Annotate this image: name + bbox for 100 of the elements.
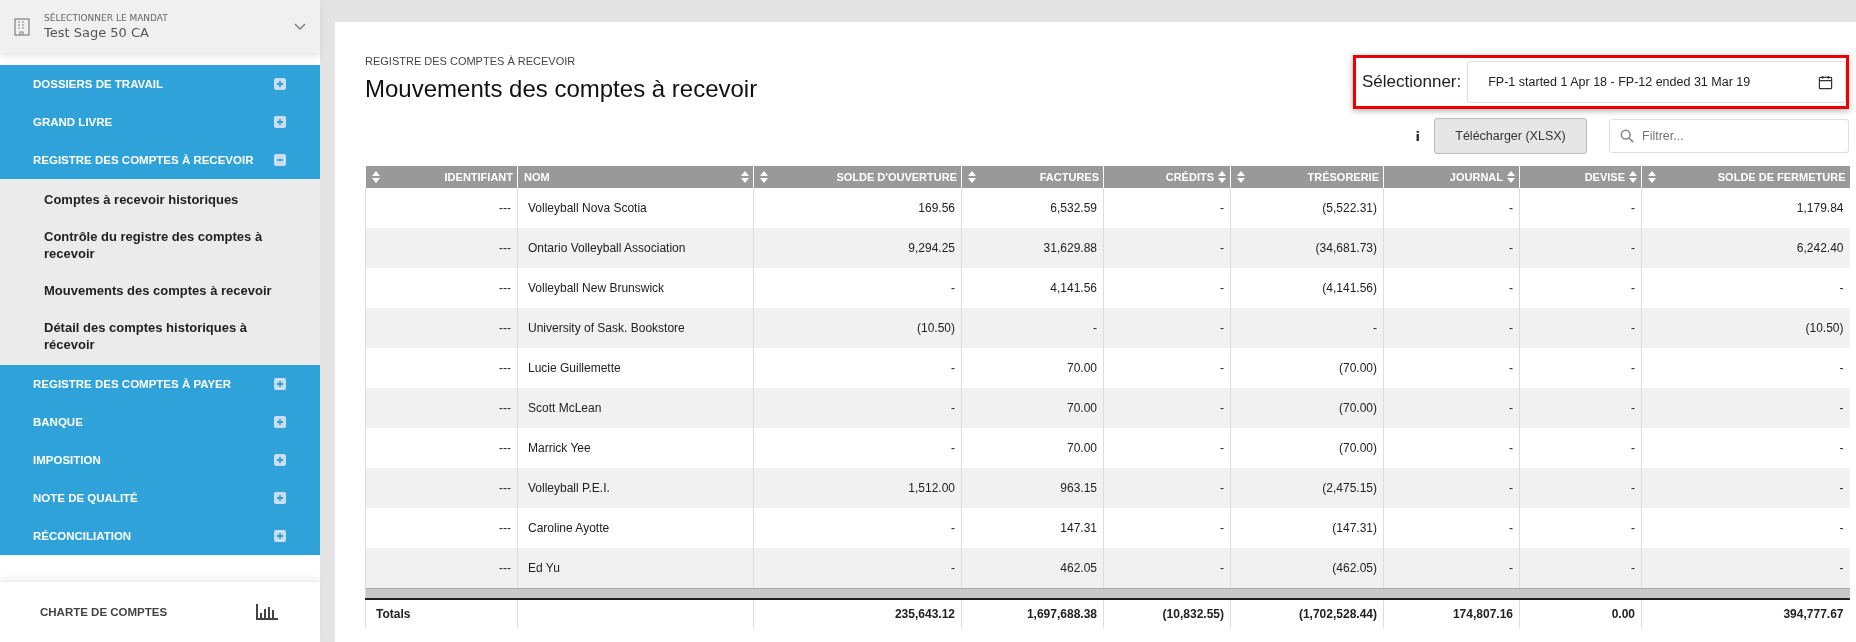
table-cell: - (1103, 468, 1231, 508)
table-cell: 963.15 (961, 468, 1104, 508)
table-cell: (10.50) (1641, 308, 1850, 348)
column-header[interactable]: SOLDE D'OUVERTURE (753, 166, 962, 188)
total-cell: 1,697,688.38 (1026, 607, 1097, 621)
download-button[interactable]: Télécharger (XLSX) (1434, 118, 1587, 154)
chart-of-accounts-link[interactable]: CHARTE DE COMPTES (40, 606, 168, 618)
period-label: Sélectionner: (1362, 72, 1462, 92)
table-cell: 9,294.25 (753, 228, 962, 268)
building-icon (14, 17, 30, 36)
column-header[interactable]: NOM (517, 166, 754, 188)
table-cell: Ed Yu (517, 548, 754, 588)
table-cell: - (1103, 388, 1231, 428)
table-cell: - (1519, 468, 1642, 508)
table-cell: - (1103, 548, 1231, 588)
column-header[interactable]: IDENTIFIANT (365, 166, 518, 188)
nav-item[interactable]: IMPOSITION (0, 441, 320, 479)
table-cell: - (1230, 308, 1384, 348)
mandate-selector[interactable]: SÉLECTIONNER LE MANDAT Test Sage 50 CA (0, 0, 320, 53)
total-cell: (1,702,528.44) (1298, 607, 1377, 621)
sort-icon (1237, 171, 1245, 183)
page-title: Mouvements des comptes à recevoir (365, 75, 758, 103)
total-cell: 235,643.12 (894, 607, 955, 621)
bar-chart-icon (256, 604, 278, 620)
table-cell: - (753, 388, 962, 428)
sort-icon (1648, 171, 1656, 183)
totals-label: Totals (376, 607, 411, 621)
sort-icon (372, 171, 380, 183)
table-cell: - (1383, 308, 1520, 348)
table-cell: 462.05 (961, 548, 1104, 588)
filter-field[interactable]: Filtrer... (1609, 119, 1849, 153)
table-cell: 1,512.00 (753, 468, 962, 508)
table-cell: - (1641, 548, 1850, 588)
table-cell: - (1103, 228, 1231, 268)
nav-item[interactable]: RÉCONCILIATION (0, 517, 320, 555)
table-cell: (462.05) (1230, 548, 1384, 588)
table-cell: - (1519, 228, 1642, 268)
table-cell: (10.50) (753, 308, 962, 348)
nav-item[interactable]: NOTE DE QUALITÉ (0, 479, 320, 517)
scrollbar[interactable] (366, 588, 1850, 598)
table-cell: - (1103, 308, 1231, 348)
column-header[interactable]: JOURNAL (1383, 166, 1520, 188)
table-cell: - (1383, 228, 1520, 268)
sort-icon (760, 171, 768, 183)
sort-icon (1507, 171, 1515, 183)
table-cell: 70.00 (961, 388, 1104, 428)
sort-icon (968, 171, 976, 183)
table-cell: - (1383, 468, 1520, 508)
info-link[interactable]: i (1415, 128, 1420, 144)
table-cell: Volleyball P.E.I. (517, 468, 754, 508)
table-cell: Ontario Volleyball Association (517, 228, 754, 268)
column-header[interactable]: CRÉDITS (1103, 166, 1231, 188)
table-cell: - (1519, 388, 1642, 428)
total-cell: (10,832.55) (1162, 607, 1224, 621)
total-cell: 0.00 (1611, 607, 1635, 621)
sort-icon (1218, 171, 1226, 183)
table-cell: - (1519, 308, 1642, 348)
column-header[interactable]: FACTURES (961, 166, 1104, 188)
nav-subitem[interactable]: Contrôle du registre des comptes à recevoir (0, 218, 320, 272)
period-field[interactable]: FP-1 started 1 Apr 18 - FP-12 ended 31 Mar 19 (1467, 61, 1846, 103)
nav-subitem[interactable]: Comptes à recevoir historiques (0, 181, 320, 218)
nav-item[interactable]: DOSSIERS DE TRAVAIL (0, 65, 320, 103)
table-cell: (70.00) (1230, 388, 1384, 428)
table-cell: - (1641, 388, 1850, 428)
table-cell: Scott McLean (517, 388, 754, 428)
table-cell: - (1383, 548, 1520, 588)
nav-item[interactable]: REGISTRE DES COMPTES À PAYER (0, 365, 320, 403)
table-cell: --- (365, 548, 518, 588)
table-cell: - (1641, 468, 1850, 508)
column-header[interactable]: DEVISE (1519, 166, 1642, 188)
total-cell: 394,777.67 (1783, 607, 1844, 621)
chevron-down-icon (294, 22, 306, 31)
table-cell: - (753, 548, 962, 588)
nav-item[interactable]: BANQUE (0, 403, 320, 441)
table-cell: - (961, 308, 1104, 348)
nav-subitem[interactable]: Mouvements des comptes à recevoir (0, 272, 320, 309)
sort-icon (1629, 171, 1637, 183)
table-cell: 31,629.88 (961, 228, 1104, 268)
column-header[interactable]: SOLDE DE FERMETURE (1641, 166, 1850, 188)
nav-item[interactable]: REGISTRE DES COMPTES À RECEVOIR (0, 141, 320, 179)
calendar-icon (1818, 74, 1833, 90)
table-cell: (2,475.15) (1230, 468, 1384, 508)
table-cell: --- (365, 388, 518, 428)
mandate-label: SÉLECTIONNER LE MANDAT (44, 13, 169, 23)
table-cell: --- (365, 228, 518, 268)
table-cell: - (1383, 388, 1520, 428)
table-cell: 6,242.40 (1641, 228, 1850, 268)
total-cell: 174,807.16 (1452, 607, 1513, 621)
nav-subitem[interactable]: Détail des comptes historiques à récevoir (0, 309, 320, 363)
table-cell: --- (365, 308, 518, 348)
table-cell: (34,681.73) (1230, 228, 1384, 268)
nav-item[interactable]: GRAND LIVRE (0, 103, 320, 141)
breadcrumb: REGISTRE DES COMPTES À RECEVOIR (365, 55, 577, 67)
sort-icon (741, 171, 749, 183)
mandate-value: Test Sage 50 CA (44, 25, 150, 40)
search-icon (1620, 129, 1634, 143)
column-header[interactable]: TRÉSORERIE (1230, 166, 1384, 188)
table-cell: --- (365, 468, 518, 508)
table-cell: - (1519, 548, 1642, 588)
table-cell: University of Sask. Bookstore (517, 308, 754, 348)
